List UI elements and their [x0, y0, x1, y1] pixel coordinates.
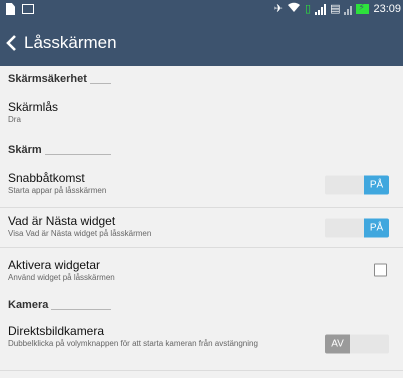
- toggle-knob: PÅ: [364, 175, 389, 194]
- toggle-knob: AV: [325, 334, 350, 353]
- status-bar-left: [6, 3, 34, 15]
- clipboard-icon: ▤: [330, 3, 341, 15]
- signal-icon-2: [344, 4, 353, 15]
- quick-access-toggle[interactable]: PÅ: [325, 175, 389, 194]
- page-title: Låsskärmen: [24, 32, 117, 52]
- setting-subtitle: Dra: [8, 115, 21, 124]
- setting-title: Aktivera widgetar: [8, 258, 101, 272]
- setting-quick-access[interactable]: Snabbåtkomst Starta appar på låsskärmen …: [0, 162, 403, 208]
- enable-widgets-checkbox[interactable]: [374, 263, 387, 277]
- status-bar-right: ✈︎ ▯ ▤ 23:09: [274, 2, 401, 16]
- setting-enable-widgets[interactable]: Aktivera widgetar Använd widget på låssk…: [0, 248, 403, 292]
- sim-icon: ▯: [305, 3, 312, 15]
- settings-list: Skärmsäkerhet Skärmlås Dra Skärm Snabbåt…: [0, 66, 403, 371]
- setting-instant-camera[interactable]: Direktsbildkamera Dubbelklicka på volymk…: [0, 317, 403, 371]
- setting-screen-lock[interactable]: Skärmlås Dra: [0, 91, 403, 137]
- back-button[interactable]: [0, 19, 22, 66]
- file-icon: [6, 3, 15, 15]
- instant-camera-toggle[interactable]: AV: [325, 334, 389, 353]
- signal-icon: [315, 3, 327, 15]
- status-bar: ✈︎ ▯ ▤ 23:09: [0, 0, 403, 19]
- section-header-camera: Kamera: [0, 292, 403, 317]
- setting-subtitle: Dubbelklicka på volymknappen för att sta…: [8, 339, 258, 348]
- setting-whats-next-widget[interactable]: Vad är Nästa widget Visa Vad är Nästa wi…: [0, 208, 403, 248]
- mute-icon: ✈︎: [273, 3, 283, 15]
- setting-title: Skärmlås: [8, 100, 59, 114]
- chevron-left-icon: [5, 34, 16, 51]
- whats-next-widget-toggle[interactable]: PÅ: [325, 218, 389, 237]
- status-time: 23:09: [373, 3, 401, 15]
- app-bar: Låsskärmen: [0, 19, 403, 66]
- toggle-knob: PÅ: [364, 218, 389, 237]
- section-header-screen: Skärm: [0, 137, 403, 162]
- section-header-screen-security: Skärmsäkerhet: [0, 66, 403, 91]
- message-icon: [22, 4, 34, 14]
- wifi-icon: [287, 2, 301, 16]
- battery-charging-icon: [356, 2, 370, 14]
- setting-subtitle: Använd widget på låsskärmen: [8, 273, 115, 282]
